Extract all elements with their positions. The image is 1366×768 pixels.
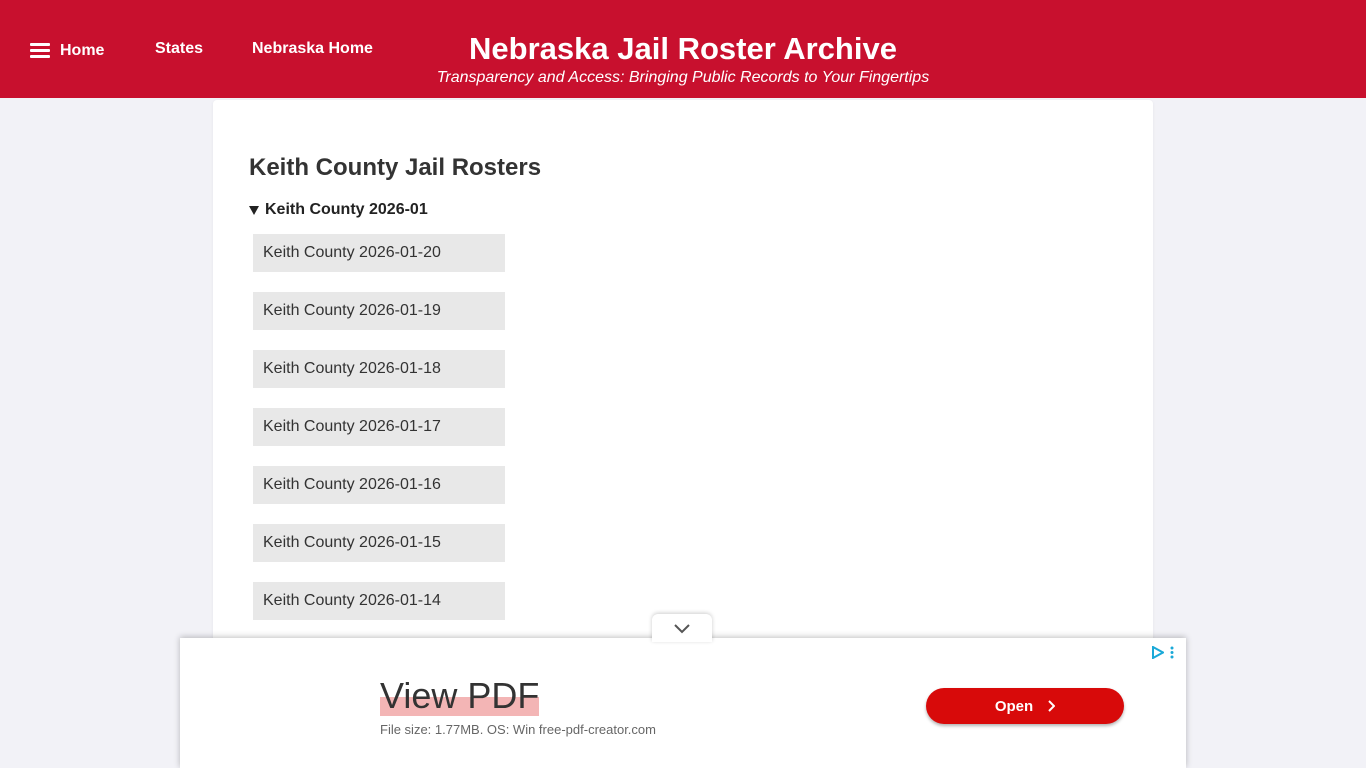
roster-link[interactable]: Keith County 2026-01-17 [253,408,505,446]
ad-headline[interactable]: View PDF [380,676,540,716]
ad-open-button[interactable]: Open [926,688,1124,724]
ad-banner: View PDF File size: 1.77MB. OS: Win free… [180,638,1186,768]
expanded-triangle-icon [249,205,259,215]
ad-info [1151,646,1174,659]
page-title: Keith County Jail Rosters [249,154,542,181]
roster-link[interactable]: Keith County 2026-01-15 [253,524,505,562]
site-header: Home States Nebraska Home Nebraska Jail … [0,0,1366,98]
more-vert-icon[interactable] [1170,646,1174,659]
menu-icon[interactable] [30,40,50,61]
ad-open-label: Open [994,697,1034,715]
nav-home-button[interactable]: Home [30,40,104,61]
site-subtitle: Transparency and Access: Bringing Public… [436,69,930,86]
roster-link[interactable]: Keith County 2026-01-19 [253,292,505,330]
chevron-right-icon [1048,700,1056,712]
nav-states-link[interactable]: States [155,40,203,58]
site-title: Nebraska Jail Roster Archive [469,31,897,66]
nav-nebraska-home-link[interactable]: Nebraska Home [252,40,373,58]
adchoices-icon[interactable] [1151,646,1164,659]
ad-collapse-button[interactable] [652,614,712,642]
roster-link[interactable]: Keith County 2026-01-16 [253,466,505,504]
chevron-down-icon [674,624,690,634]
roster-list: Keith County 2026-01-20 Keith County 202… [253,234,505,640]
roster-link[interactable]: Keith County 2026-01-18 [253,350,505,388]
month-group-toggle[interactable]: Keith County 2026-01 [249,201,428,219]
roster-link[interactable]: Keith County 2026-01-14 [253,582,505,620]
ad-description: File size: 1.77MB. OS: Win free-pdf-crea… [380,722,656,737]
month-group-label: Keith County 2026-01 [265,201,428,218]
roster-link[interactable]: Keith County 2026-01-20 [253,234,505,272]
nav-home-label: Home [60,41,105,59]
